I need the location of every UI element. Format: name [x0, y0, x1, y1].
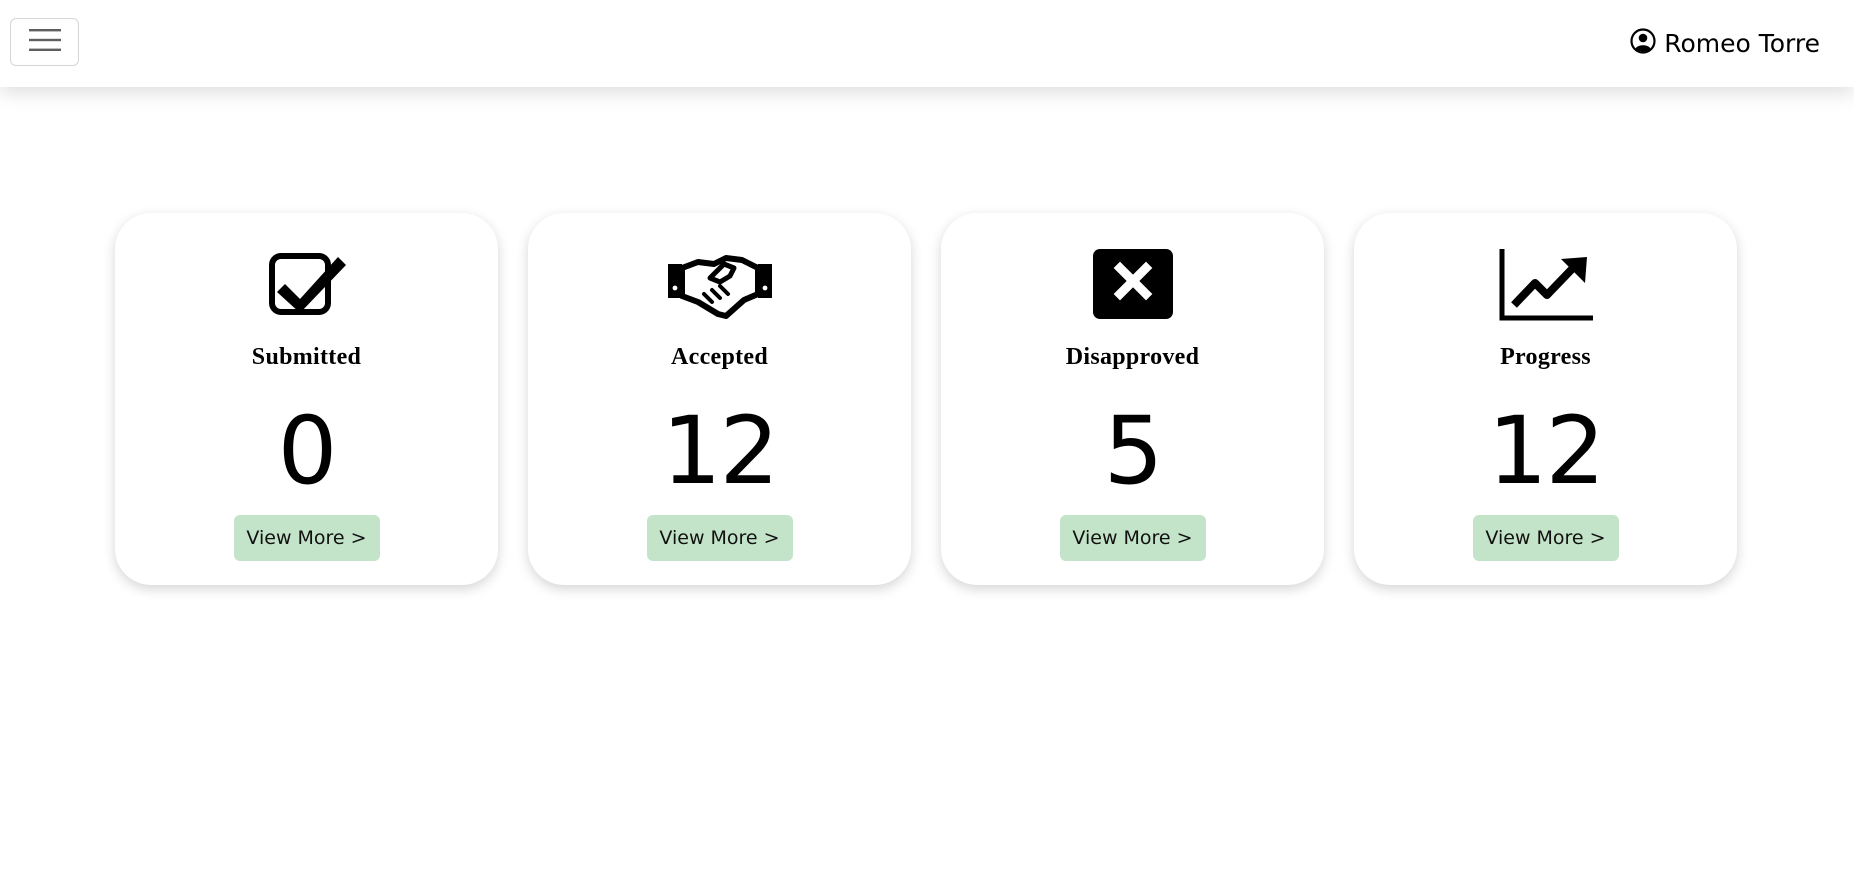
view-more-button-accepted[interactable]: View More >	[646, 515, 793, 561]
card-accepted: Accepted 12 View More >	[528, 213, 911, 585]
checkbox-check-icon	[115, 249, 498, 321]
card-count: 12	[661, 397, 780, 506]
card-title: Accepted	[670, 344, 769, 370]
x-square-icon	[941, 249, 1324, 321]
card-title: Progress	[1500, 344, 1591, 370]
card-count: 5	[1103, 397, 1164, 506]
card-count: 12	[1487, 397, 1606, 506]
menu-toggle-button[interactable]	[10, 18, 79, 66]
hamburger-icon	[28, 27, 61, 57]
user-circle-icon	[1630, 28, 1656, 60]
view-more-button-progress[interactable]: View More >	[1472, 515, 1619, 561]
card-progress: Progress 12 View More >	[1354, 213, 1737, 585]
user-name: Romeo Torre	[1664, 29, 1820, 58]
view-more-button-disapproved[interactable]: View More >	[1059, 515, 1206, 561]
top-navbar: Romeo Torre	[0, 0, 1854, 87]
card-disapproved: Disapproved 5 View More >	[941, 213, 1324, 585]
handshake-icon	[528, 249, 911, 321]
card-title: Submitted	[251, 344, 362, 370]
view-more-button-submitted[interactable]: View More >	[233, 515, 380, 561]
card-title: Disapproved	[1065, 344, 1200, 370]
chart-line-up-icon	[1354, 249, 1737, 321]
card-count: 0	[277, 397, 338, 506]
card-submitted: Submitted 0 View More >	[115, 213, 498, 585]
user-menu[interactable]: Romeo Torre	[1630, 26, 1820, 62]
